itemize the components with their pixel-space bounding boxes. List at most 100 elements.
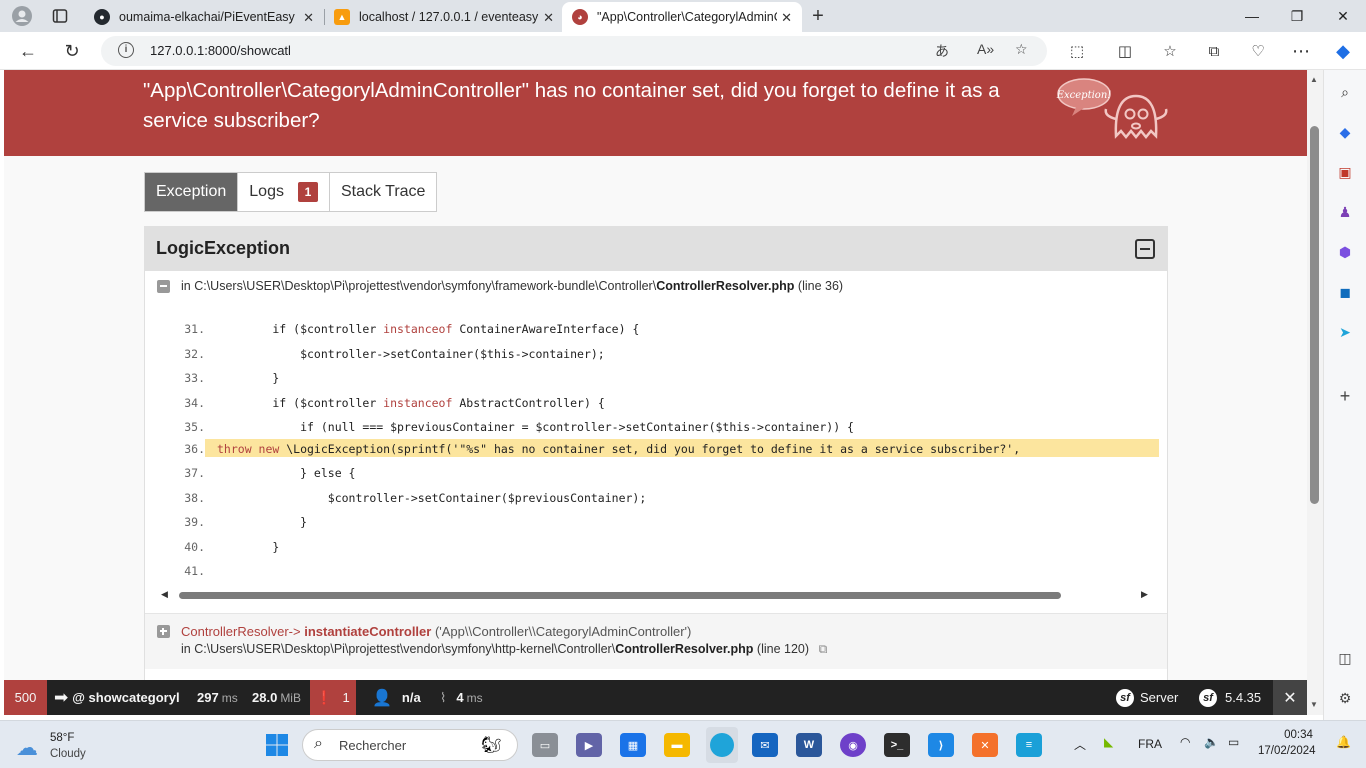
tab-exception[interactable]: Exception [145,173,239,211]
tab-stack-trace[interactable]: Stack Trace [330,173,436,211]
file-explorer-icon[interactable]: ▬ [664,733,690,757]
notifications-icon[interactable]: 🔔 [1336,735,1351,749]
nvidia-icon[interactable]: ◣ [1104,735,1113,749]
weather-desc: Cloudy [50,748,86,760]
github-desktop-icon[interactable]: ◉ [840,733,866,757]
split-screen-icon[interactable]: ◫ [1112,39,1138,63]
close-window-icon[interactable]: ✕ [1320,0,1366,32]
errors-item[interactable]: ❗ 1 [310,680,356,715]
tab-actions-icon[interactable] [50,6,70,26]
address-bar[interactable]: i 127.0.0.1:8000/showcatl あ A» ☆ [101,36,1047,66]
tab-github[interactable]: ● oumaima-elkachai/PiEventEasy ✕ [84,2,324,32]
code-horizontal-scrollbar[interactable]: ◀ ▶ [145,587,1167,603]
minimize-icon[interactable]: — [1229,0,1275,32]
memory-item[interactable]: 28.0 MiB [252,680,301,715]
mail-icon[interactable]: ✉ [752,733,778,757]
collections-icon[interactable]: ⧉ [1201,39,1227,63]
vscode-icon[interactable]: ⟩ [928,733,954,757]
tab-logs[interactable]: Logs 1 [238,173,330,211]
tab-symfony-error[interactable]: ◕ "App\Controller\CategorylAdminCont ✕ [562,2,802,32]
translate-icon[interactable]: あ [935,41,949,61]
shopping-tag-icon[interactable]: ◆ [1335,122,1355,142]
add-sidebar-app-icon[interactable]: + [1335,386,1355,406]
trace-item[interactable]: ControllerResolver-> instantiateControll… [145,613,1167,669]
refresh-icon[interactable]: ↻ [59,39,85,63]
sidebar-layout-icon[interactable]: ◫ [1335,648,1355,668]
word-icon[interactable]: W [796,733,822,757]
language-indicator[interactable]: FRA [1138,737,1162,751]
teams-meet-icon[interactable]: ▶ [576,733,602,757]
sidebar-settings-icon[interactable]: ⚙ [1335,688,1355,708]
site-info-icon[interactable]: i [118,42,134,58]
scroll-right-icon[interactable]: ▶ [1141,589,1148,600]
scroll-up-icon[interactable]: ▲ [1310,75,1318,84]
tab-title: localhost / 127.0.0.1 / eventeasy [359,10,539,24]
volume-icon[interactable]: 🔈 [1204,735,1219,749]
task-view-icon[interactable]: ▭ [532,733,558,757]
battery-icon[interactable]: ▭ [1228,735,1239,749]
microsoft365-icon[interactable]: ⬢ [1335,242,1355,262]
scroll-left-icon[interactable]: ◀ [161,589,168,600]
games-icon[interactable]: ♟ [1335,202,1355,222]
page-vertical-scrollbar[interactable]: ▲ ▼ [1307,70,1323,715]
version-item[interactable]: sf 5.4.35 [1199,680,1261,715]
line-number: 37. [184,466,205,480]
line-number: 34. [184,396,205,410]
browser-tab-strip: ● oumaima-elkachai/PiEventEasy ✕ ▲ local… [0,0,1366,32]
url-text[interactable]: 127.0.0.1:8000/showcatl [150,43,291,58]
terminal-icon[interactable]: >_ [884,733,910,757]
taskbar-search[interactable]: ⌕ Rechercher 🐿 [302,729,518,761]
route-item[interactable]: ➡ @ showcategoryl [54,680,180,715]
clock-date[interactable]: 17/02/2024 [1258,745,1316,757]
close-tab-icon[interactable]: ✕ [303,10,314,26]
wifi-icon[interactable]: ◠ [1180,735,1190,749]
new-tab-icon[interactable]: + [808,5,828,27]
line-number: 36. [184,442,205,456]
status-code[interactable]: 500 [4,680,47,715]
send-icon[interactable]: ➤ [1335,322,1355,342]
collapse-trace-icon[interactable] [157,280,170,293]
back-icon[interactable]: ← [15,39,41,63]
exception-panel-header[interactable]: LogicException [145,227,1167,271]
tools-briefcase-icon[interactable]: ▣ [1335,162,1355,182]
scrollbar-thumb[interactable] [1310,126,1319,504]
exception-header: "App\Controller\CategorylAdminController… [4,70,1307,156]
tab-phpmyadmin[interactable]: ▲ localhost / 127.0.0.1 / eventeasy ✕ [324,2,564,32]
microsoft-store-icon[interactable]: ▦ [620,733,646,757]
code-line: 39. } [145,512,1167,532]
security-item[interactable]: 👤 n/a [372,680,421,715]
code-text: if ($controller instanceof AbstractContr… [217,396,604,410]
trace-args: ('App\\Controller\\CategorylAdminControl… [434,624,692,639]
restore-icon[interactable]: ❐ [1274,0,1320,32]
favorites-icon[interactable]: ☆ [1157,39,1183,63]
scroll-down-icon[interactable]: ▼ [1310,700,1318,709]
copy-icon[interactable]: ⧉ [819,642,828,656]
time-item[interactable]: 297 ms [197,680,238,715]
search-icon[interactable]: ⌕ [1335,82,1355,102]
profile-icon[interactable] [12,6,32,26]
scrollbar-thumb[interactable] [179,592,1061,599]
collapse-icon[interactable] [1135,239,1155,259]
edge-taskbar-button[interactable] [706,727,738,763]
extensions-icon[interactable]: ⬚ [1064,39,1090,63]
expand-trace-icon[interactable] [157,625,170,638]
server-item[interactable]: sf Server [1116,680,1178,715]
copilot-icon[interactable]: ◆ [1330,39,1356,63]
hide-toolbar-icon[interactable]: ✕ [1273,680,1307,715]
route-name: @ showcategoryl [72,690,180,705]
file-dir: in C:\Users\USER\Desktop\Pi\projettest\v… [181,279,657,293]
show-hidden-icons[interactable]: ︿ [1074,736,1086,753]
code-token: instanceof [383,396,453,410]
more-menu-icon[interactable]: ⋯ [1288,39,1314,63]
read-aloud-icon[interactable]: A» [977,41,994,57]
browser-essentials-icon[interactable]: ♡ [1245,39,1271,63]
close-tab-icon[interactable]: ✕ [543,10,554,26]
notepad-icon[interactable]: ≡ [1016,733,1042,757]
xampp-icon[interactable]: ✕ [972,733,998,757]
outlook-icon[interactable]: ◼ [1335,282,1355,302]
database-item[interactable]: ⌇ 4 ms [440,680,483,715]
favorite-star-icon[interactable]: ☆ [1015,41,1028,58]
windows-start-icon[interactable] [264,733,290,757]
clock-time[interactable]: 00:34 [1276,729,1321,741]
close-tab-icon[interactable]: ✕ [781,10,792,26]
